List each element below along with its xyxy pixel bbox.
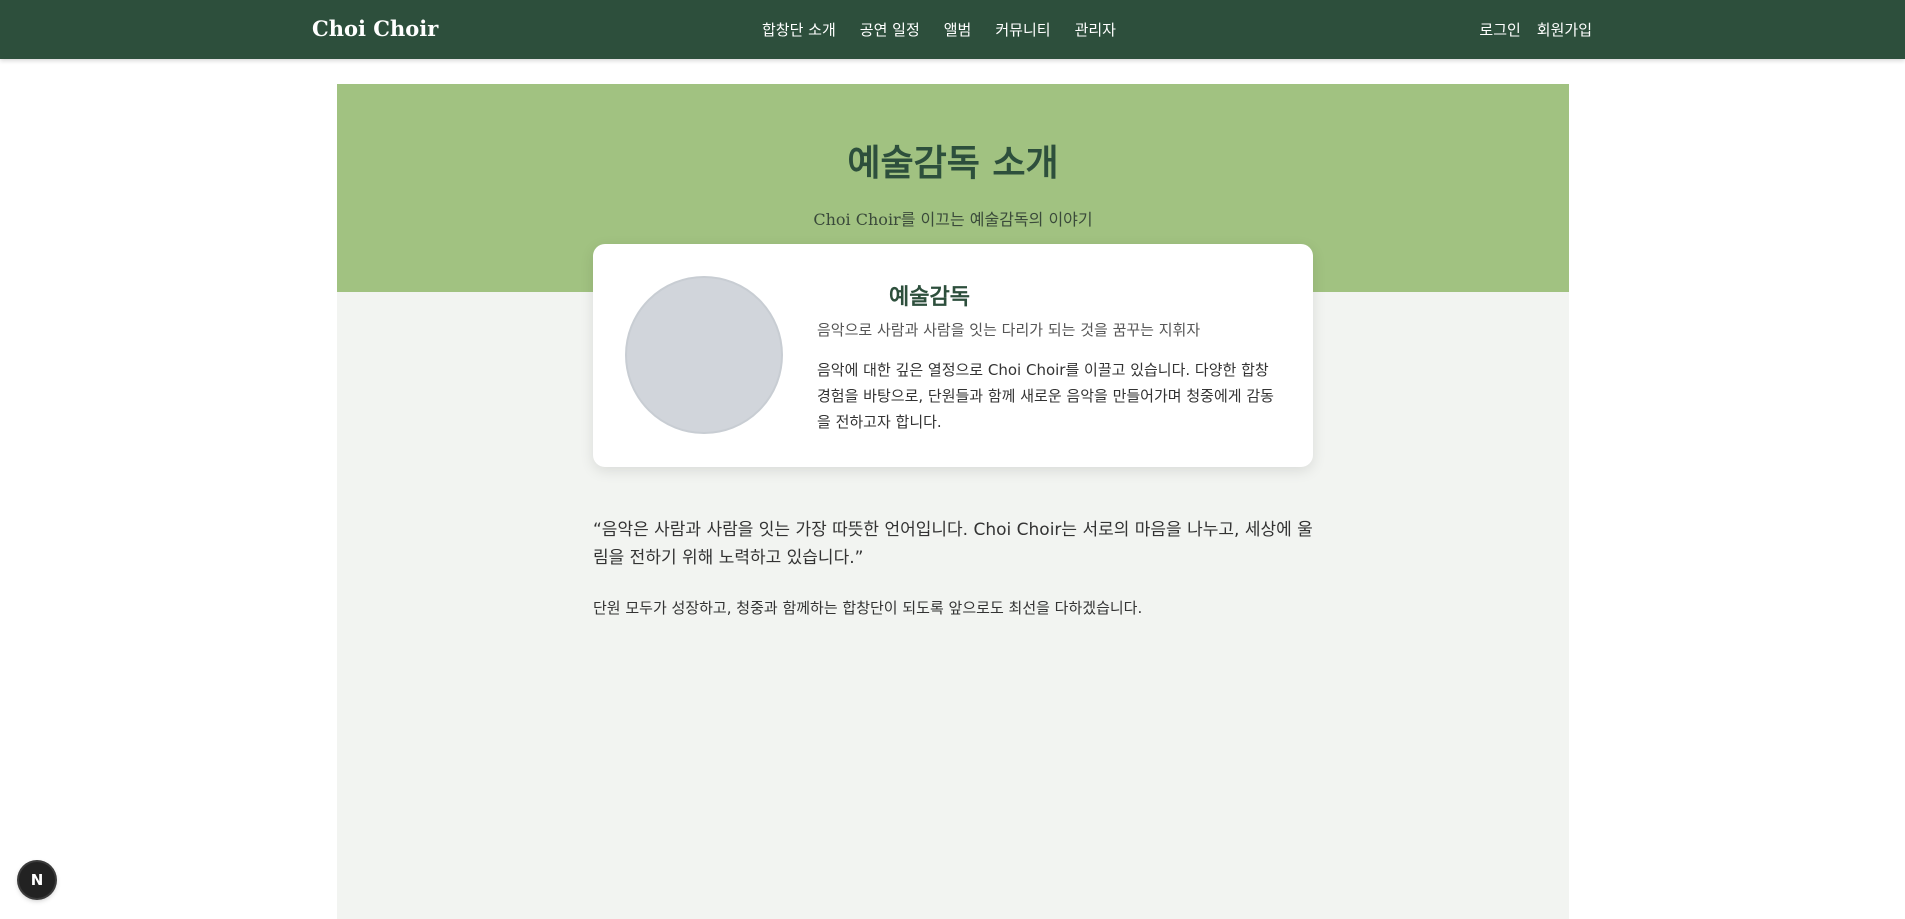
brand-logo-link[interactable]: Choi Choir	[312, 16, 438, 41]
closing-message: 단원 모두가 성장하고, 청중과 함께하는 합창단이 되도록 앞으로도 최선을 …	[593, 599, 1143, 617]
nextjs-dev-indicator-button[interactable]: N	[19, 862, 55, 898]
top-navbar: Choi Choir 합창단 소개 공연 일정 앨범 커뮤니티 관리자 로그인 …	[0, 0, 1905, 59]
login-link[interactable]: 로그인	[1479, 19, 1520, 40]
nav-link-about[interactable]: 합창단 소개	[762, 19, 836, 40]
director-tagline: 음악으로 사람과 사람을 잇는 다리가 되는 것을 꿈꾸는 지휘자	[817, 321, 1201, 339]
nextjs-logo-icon: N	[30, 871, 44, 889]
page-title: 예술감독 소개	[847, 143, 1059, 184]
director-title: 예술감독	[889, 285, 970, 310]
nav-link-community[interactable]: 커뮤니티	[995, 19, 1050, 40]
auth-links: 로그인 회원가입	[1479, 19, 1592, 40]
director-avatar	[625, 276, 783, 434]
director-profile-card: 예술감독 음악으로 사람과 사람을 잇는 다리가 되는 것을 꿈꾸는 지휘자 음…	[593, 244, 1313, 467]
signup-link[interactable]: 회원가입	[1537, 19, 1592, 40]
main-content: 예술감독 소개 Choi Choir를 이끄는 예술감독의 이야기 예술감독 음…	[337, 84, 1569, 919]
nav-link-schedule[interactable]: 공연 일정	[860, 19, 920, 40]
nav-link-admin[interactable]: 관리자	[1075, 19, 1116, 40]
director-bio: 음악에 대한 깊은 열정으로 Choi Choir를 이끌고 있습니다. 다양한…	[817, 361, 1274, 431]
director-quote: “음악은 사람과 사람을 잇는 가장 따뜻한 언어입니다. Choi Choir…	[593, 520, 1313, 568]
nav-link-album[interactable]: 앨범	[944, 19, 972, 40]
page-subtitle: Choi Choir를 이끄는 예술감독의 이야기	[813, 210, 1093, 229]
main-nav: 합창단 소개 공연 일정 앨범 커뮤니티 관리자	[762, 19, 1116, 40]
